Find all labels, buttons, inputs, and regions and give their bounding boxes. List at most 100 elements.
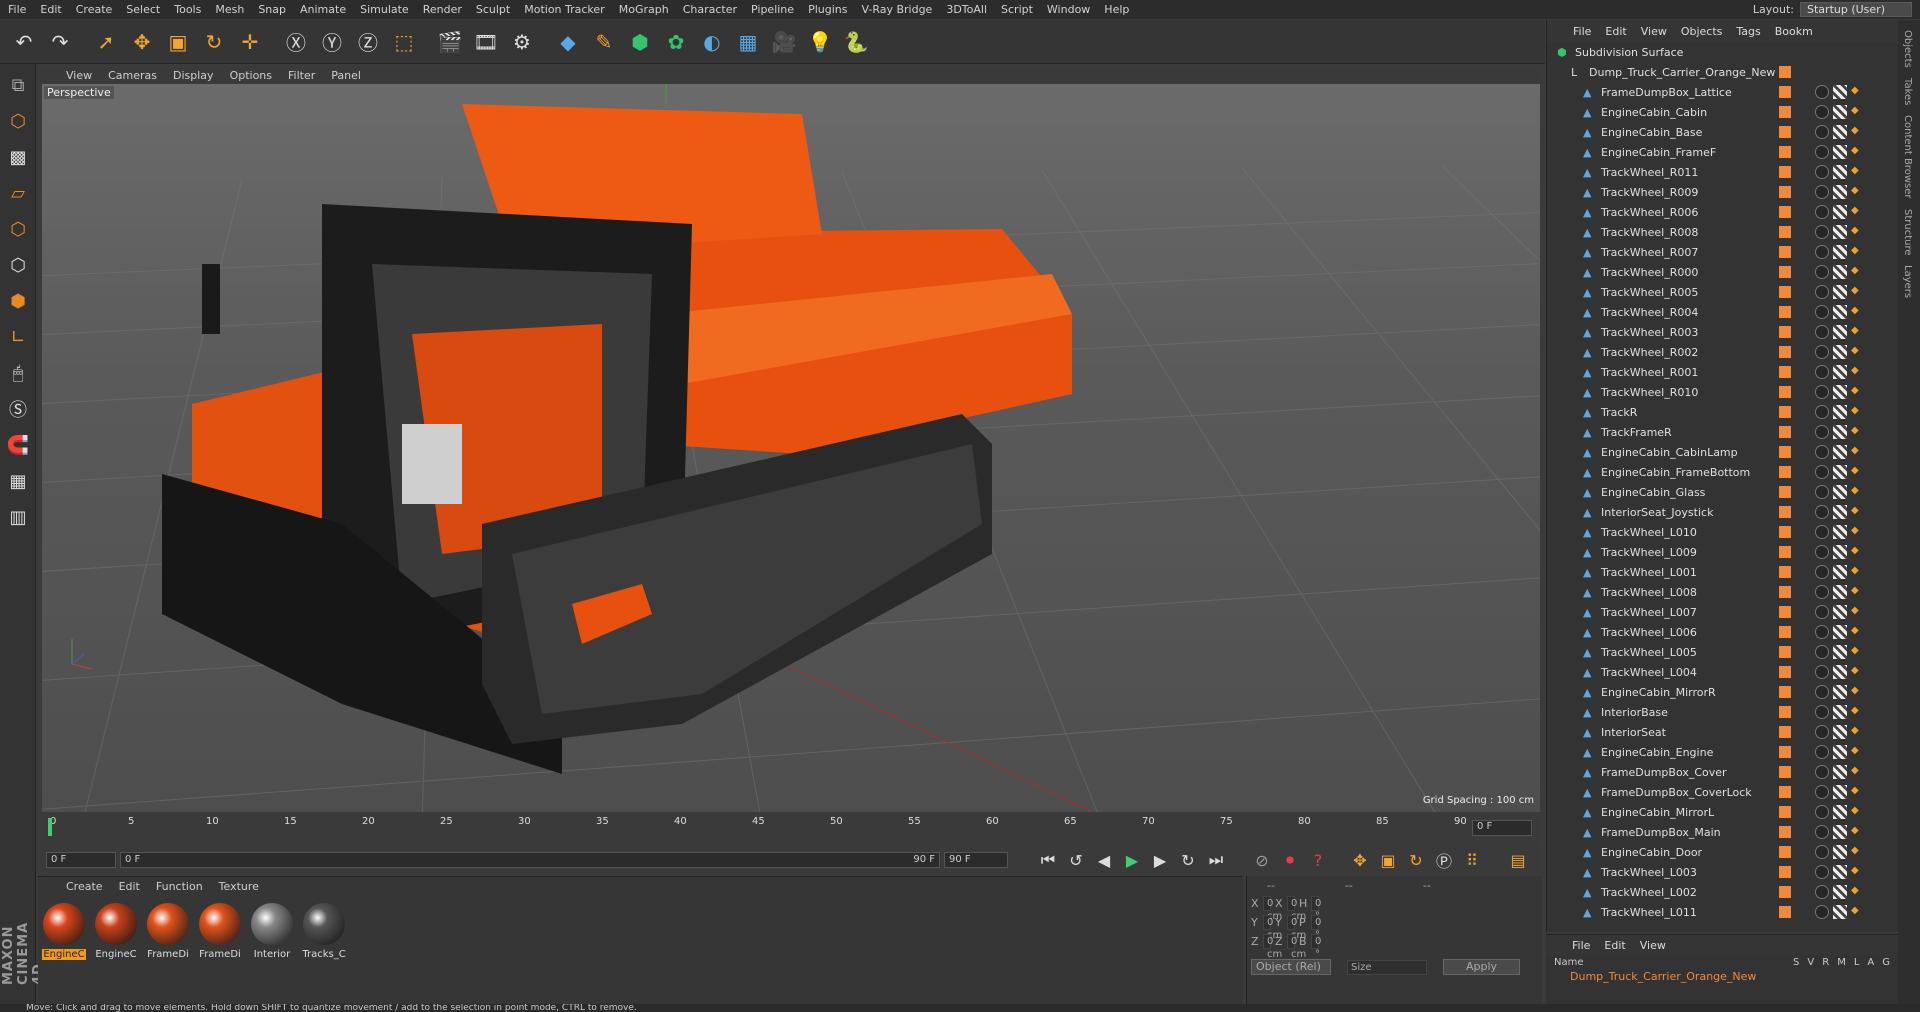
side-tab-content-browser[interactable]: Content Browser bbox=[1902, 115, 1913, 198]
menu-item-render[interactable]: Render bbox=[423, 3, 462, 16]
menu-item-pipeline[interactable]: Pipeline bbox=[751, 3, 794, 16]
scale-tool-icon[interactable]: ▣ bbox=[162, 26, 194, 58]
camera-icon[interactable]: 🎥 bbox=[768, 26, 800, 58]
go-to-start-icon[interactable]: ⏮ bbox=[1036, 849, 1060, 871]
texture-tag-icon[interactable] bbox=[1833, 185, 1847, 199]
object-row[interactable]: ▲ TrackWheel_L010 ◆ bbox=[1547, 522, 1898, 542]
light-icon[interactable]: 💡 bbox=[804, 26, 836, 58]
selection-tag-icon[interactable]: ◆ bbox=[1851, 785, 1863, 797]
material-tag-icon[interactable] bbox=[1815, 505, 1829, 519]
object-row[interactable]: ▲ EngineCabin_Door ◆ bbox=[1547, 842, 1898, 862]
viewport-menu-panel[interactable]: Panel bbox=[331, 69, 361, 82]
object-row[interactable]: ▲ TrackR ◆ bbox=[1547, 402, 1898, 422]
go-to-end-icon[interactable]: ⏭ bbox=[1204, 849, 1228, 871]
texture-tag-icon[interactable] bbox=[1833, 405, 1847, 419]
object-row[interactable]: ▲ FrameDumpBox_Main ◆ bbox=[1547, 822, 1898, 842]
material-tag-icon[interactable] bbox=[1815, 325, 1829, 339]
timeline[interactable]: 0 5 10 15 20 25 30 35 40 45 50 55 60 65 70 75 80 85 90 0 F bbox=[42, 814, 1540, 844]
material-tag-icon[interactable] bbox=[1815, 145, 1829, 159]
model-mode-icon[interactable]: ⬡ bbox=[3, 106, 33, 136]
layer-menu-edit[interactable]: Edit bbox=[1604, 939, 1625, 952]
material-tag-icon[interactable] bbox=[1815, 765, 1829, 779]
material-menu-texture[interactable]: Texture bbox=[219, 880, 259, 893]
material-tag-icon[interactable] bbox=[1815, 445, 1829, 459]
selection-tag-icon[interactable]: ◆ bbox=[1851, 685, 1863, 697]
texture-tag-icon[interactable] bbox=[1833, 745, 1847, 759]
material-swatch[interactable]: EngineC bbox=[42, 903, 86, 960]
layout-dropdown[interactable]: Startup (User) bbox=[1800, 2, 1912, 17]
texture-tag-icon[interactable] bbox=[1833, 545, 1847, 559]
viewport-menu-options[interactable]: Options bbox=[230, 69, 272, 82]
material-menu-create[interactable]: Create bbox=[66, 880, 103, 893]
object-row[interactable]: ▲ TrackWheel_L009 ◆ bbox=[1547, 542, 1898, 562]
array-icon[interactable]: ✿ bbox=[660, 26, 692, 58]
texture-tag-icon[interactable] bbox=[1833, 665, 1847, 679]
menu-item-mesh[interactable]: Mesh bbox=[215, 3, 244, 16]
object-row[interactable]: ▲ EngineCabin_MirrorL ◆ bbox=[1547, 802, 1898, 822]
side-tab-structure[interactable]: Structure bbox=[1902, 209, 1913, 256]
texture-tag-icon[interactable] bbox=[1833, 585, 1847, 599]
record-icon[interactable]: ⏺ bbox=[1278, 849, 1302, 871]
material-swatch[interactable]: FrameDi bbox=[198, 903, 242, 960]
undo-icon[interactable]: ↶ bbox=[8, 26, 40, 58]
object-row[interactable]: ▲ TrackWheel_R007 ◆ bbox=[1547, 242, 1898, 262]
object-row[interactable]: ▲ TrackWheel_R004 ◆ bbox=[1547, 302, 1898, 322]
material-tag-icon[interactable] bbox=[1815, 485, 1829, 499]
coord-field[interactable]: 0 cm bbox=[1287, 896, 1306, 922]
material-tag-icon[interactable] bbox=[1815, 805, 1829, 819]
material-tag-icon[interactable] bbox=[1815, 585, 1829, 599]
viewport-menu-cameras[interactable]: Cameras bbox=[108, 69, 157, 82]
apply-button[interactable]: Apply bbox=[1443, 959, 1521, 975]
move-tool-icon[interactable]: ✥ bbox=[126, 26, 158, 58]
selection-tag-icon[interactable]: ◆ bbox=[1851, 605, 1863, 617]
material-tag-icon[interactable] bbox=[1815, 285, 1829, 299]
snap-icon[interactable]: Ⓢ bbox=[3, 394, 33, 424]
key-position-icon[interactable]: ✥ bbox=[1348, 849, 1372, 871]
coord-field[interactable]: 0 ° bbox=[1311, 915, 1321, 941]
coord-field[interactable]: 0 cm bbox=[1263, 896, 1282, 922]
layer-menu-view[interactable]: View bbox=[1640, 939, 1666, 952]
previous-key-icon[interactable]: ↺ bbox=[1064, 849, 1088, 871]
object-row[interactable]: ▲ TrackWheel_L003 ◆ bbox=[1547, 862, 1898, 882]
play-icon[interactable]: ▶ bbox=[1120, 849, 1144, 871]
end-frame-field[interactable]: 90 F bbox=[944, 852, 1008, 868]
coord-mode-dropdown[interactable]: Object (Rel) bbox=[1251, 959, 1331, 975]
side-tab-layers[interactable]: Layers bbox=[1902, 265, 1913, 298]
key-parameter-icon[interactable]: Ⓟ bbox=[1432, 849, 1456, 871]
selection-tag-icon[interactable]: ◆ bbox=[1851, 585, 1863, 597]
object-row[interactable]: ▲ TrackWheel_L002 ◆ bbox=[1547, 882, 1898, 902]
texture-tag-icon[interactable] bbox=[1833, 885, 1847, 899]
material-tag-icon[interactable] bbox=[1815, 865, 1829, 879]
object-row[interactable]: ▲ EngineCabin_Engine ◆ bbox=[1547, 742, 1898, 762]
texture-tag-icon[interactable] bbox=[1833, 725, 1847, 739]
material-tag-icon[interactable] bbox=[1815, 245, 1829, 259]
layout-selector[interactable]: Layout: Startup (User) bbox=[1753, 0, 1912, 19]
lock-workplane-icon[interactable]: ▦ bbox=[3, 466, 33, 496]
selection-tag-icon[interactable]: ◆ bbox=[1851, 625, 1863, 637]
material-tag-icon[interactable] bbox=[1815, 225, 1829, 239]
object-menu-file[interactable]: File bbox=[1573, 25, 1591, 38]
menu-item-animate[interactable]: Animate bbox=[300, 3, 346, 16]
current-frame-field[interactable]: 0 F bbox=[1472, 820, 1532, 836]
menu-item-motion-tracker[interactable]: Motion Tracker bbox=[524, 3, 604, 16]
coord-field[interactable]: 0 cm bbox=[1287, 934, 1306, 960]
selection-tag-icon[interactable]: ◆ bbox=[1851, 205, 1863, 217]
viewport-menu-filter[interactable]: Filter bbox=[288, 69, 315, 82]
material-menu-edit[interactable]: Edit bbox=[119, 880, 140, 893]
selection-tag-icon[interactable]: ◆ bbox=[1851, 305, 1863, 317]
selection-tag-icon[interactable]: ◆ bbox=[1851, 905, 1863, 917]
playhead[interactable] bbox=[48, 818, 52, 836]
menu-item-window[interactable]: Window bbox=[1047, 3, 1090, 16]
selection-tag-icon[interactable]: ◆ bbox=[1851, 325, 1863, 337]
texture-tag-icon[interactable] bbox=[1833, 485, 1847, 499]
next-key-icon[interactable]: ↻ bbox=[1176, 849, 1200, 871]
selection-tag-icon[interactable]: ◆ bbox=[1851, 185, 1863, 197]
material-tag-icon[interactable] bbox=[1815, 645, 1829, 659]
object-row[interactable]: ▲ FrameDumpBox_Cover ◆ bbox=[1547, 762, 1898, 782]
object-row[interactable]: ▲ TrackWheel_R002 ◆ bbox=[1547, 342, 1898, 362]
step-back-icon[interactable]: ◀ bbox=[1092, 849, 1116, 871]
selection-tag-icon[interactable]: ◆ bbox=[1851, 865, 1863, 877]
texture-tag-icon[interactable] bbox=[1833, 225, 1847, 239]
selection-tag-icon[interactable]: ◆ bbox=[1851, 665, 1863, 677]
object-row[interactable]: ▲ TrackWheel_L005 ◆ bbox=[1547, 642, 1898, 662]
